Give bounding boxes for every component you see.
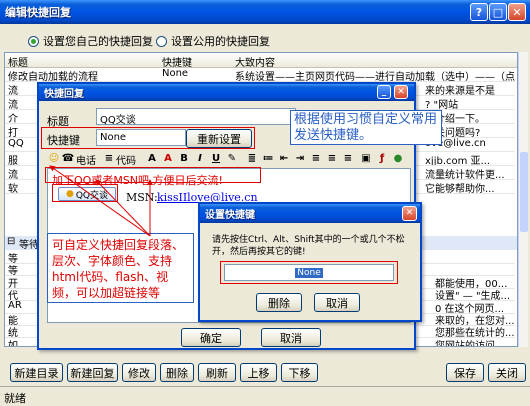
- hotkey-dialog-title-bar[interactable]: 设置快捷键: [200, 204, 420, 223]
- edit-button[interactable]: 修改: [122, 363, 156, 382]
- hotkey-dialog: 设置快捷键 ✕ 请先按住Ctrl、Alt、Shift其中的一个或几个不松开，然后…: [198, 202, 422, 322]
- hotkey-message: 请先按住Ctrl、Alt、Shift其中的一个或几个不松开，然后再按其它的键!: [212, 235, 405, 257]
- arrow-3: [95, 179, 151, 237]
- delete-button[interactable]: 删除: [256, 293, 302, 312]
- move-down-button[interactable]: 下移: [281, 363, 318, 382]
- hotkey-dialog-title: 设置快捷键: [205, 210, 255, 221]
- new-folder-button[interactable]: 新建目录: [10, 363, 63, 382]
- refresh-button[interactable]: 刷新: [198, 363, 236, 382]
- delete-reply-button[interactable]: 删除: [160, 363, 194, 382]
- move-up-button[interactable]: 上移: [240, 363, 277, 382]
- new-reply-button[interactable]: 新建回复: [67, 363, 118, 382]
- close-icon[interactable]: ✕: [402, 206, 417, 221]
- arrow-2: [49, 165, 151, 237]
- hotkey-cancel-button[interactable]: 取消: [314, 293, 360, 312]
- hotkey-input-highlight: [220, 261, 398, 284]
